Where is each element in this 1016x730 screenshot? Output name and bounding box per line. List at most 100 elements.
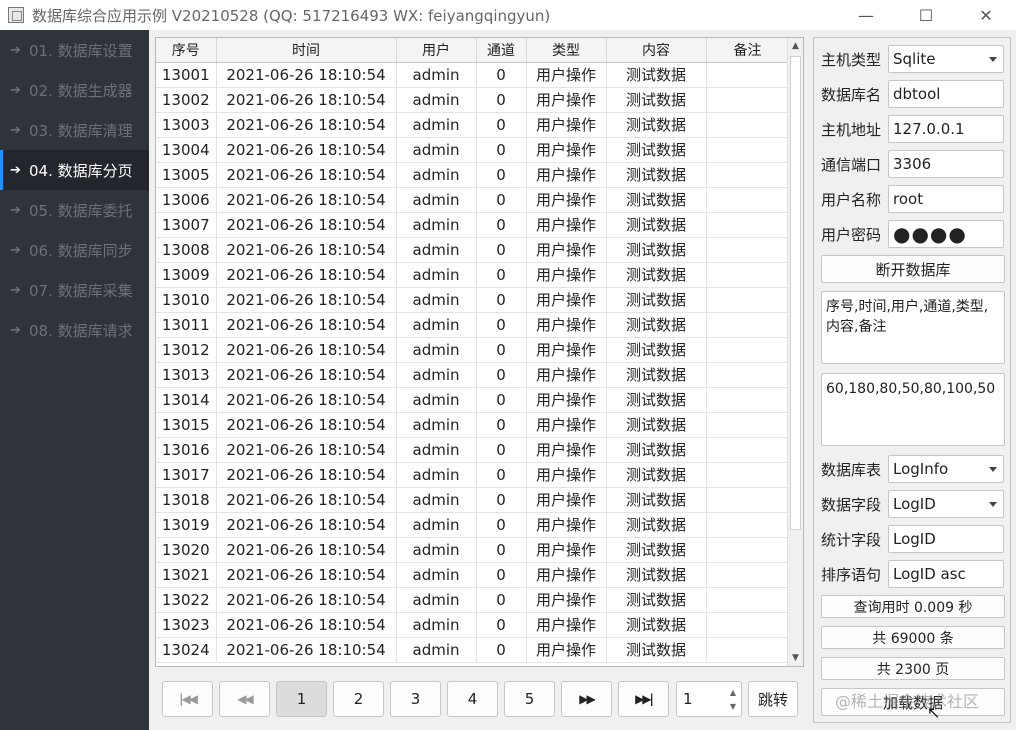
cell-seq: 13020: [156, 537, 217, 563]
sidebar-item-db-sync[interactable]: ➔ 06. 数据库同步: [0, 230, 149, 270]
table-row[interactable]: 13014 2021-06-26 18:10:54 admin 0 用户操作 测试数据: [156, 387, 790, 413]
table-row[interactable]: 13013 2021-06-26 18:10:54 admin 0 用户操作 测试数据: [156, 362, 790, 388]
table-row[interactable]: 13023 2021-06-26 18:10:54 admin 0 用户操作 测试数据: [156, 612, 790, 638]
spin-down-icon[interactable]: ▼: [727, 698, 739, 714]
last-page-button[interactable]: ▶▶|: [618, 681, 669, 717]
sidebar-item-db-paging[interactable]: ➔ 04. 数据库分页: [0, 150, 149, 190]
arrow-right-icon: ➔: [10, 42, 21, 58]
cell-time: 2021-06-26 18:10:54: [216, 162, 397, 188]
sidebar-item-db-delegate[interactable]: ➔ 05. 数据库委托: [0, 190, 149, 230]
table-row[interactable]: 13008 2021-06-26 18:10:54 admin 0 用户操作 测试数据: [156, 237, 790, 263]
column-header-remark[interactable]: 备注: [706, 38, 790, 63]
table-row[interactable]: 13015 2021-06-26 18:10:54 admin 0 用户操作 测试数据: [156, 412, 790, 438]
host-type-combo[interactable]: Sqlite: [888, 45, 1004, 73]
cell-time: 2021-06-26 18:10:54: [216, 187, 397, 213]
cell-channel: 0: [476, 212, 527, 238]
cell-seq: 13002: [156, 87, 217, 113]
sidebar-item-data-generator[interactable]: ➔ 02. 数据生成器: [0, 70, 149, 110]
cell-time: 2021-06-26 18:10:54: [216, 387, 397, 413]
sidebar-item-db-cleanup[interactable]: ➔ 03. 数据库清理: [0, 110, 149, 150]
table-row[interactable]: 13003 2021-06-26 18:10:54 admin 0 用户操作 测试数据: [156, 112, 790, 138]
table-row[interactable]: 13019 2021-06-26 18:10:54 admin 0 用户操作 测试数据: [156, 512, 790, 538]
cell-content: 测试数据: [606, 587, 707, 613]
sidebar-item-db-collect[interactable]: ➔ 07. 数据库采集: [0, 270, 149, 310]
column-header-user[interactable]: 用户: [396, 38, 477, 63]
page-5-button[interactable]: 5: [504, 681, 555, 717]
cell-content: 测试数据: [606, 187, 707, 213]
cell-seq: 13008: [156, 237, 217, 263]
cell-user: admin: [396, 412, 477, 438]
table-row[interactable]: 13001 2021-06-26 18:10:54 admin 0 用户操作 测试数据: [156, 62, 790, 88]
cell-time: 2021-06-26 18:10:54: [216, 112, 397, 138]
minimize-button[interactable]: —: [836, 0, 896, 30]
scrollbar-thumb[interactable]: [790, 56, 801, 530]
cell-time: 2021-06-26 18:10:54: [216, 87, 397, 113]
cell-seq: 13011: [156, 312, 217, 338]
table-row[interactable]: 13010 2021-06-26 18:10:54 admin 0 用户操作 测试数据: [156, 287, 790, 313]
cell-content: 测试数据: [606, 287, 707, 313]
scroll-up-icon[interactable]: ▲: [788, 38, 803, 54]
vertical-scrollbar[interactable]: ▲ ▼: [787, 38, 803, 666]
page-number-spinbox[interactable]: 1 ▲ ▼: [676, 681, 742, 717]
count-field-input[interactable]: LogID: [888, 525, 1004, 553]
cell-type: 用户操作: [526, 287, 607, 313]
data-table-view[interactable]: 序号 时间 用户 通道 类型 内容 备注 13001 2021-06-26 18:…: [155, 37, 804, 667]
column-widths-textarea[interactable]: 60,180,80,50,80,100,50: [821, 373, 1005, 446]
table-row[interactable]: 13020 2021-06-26 18:10:54 admin 0 用户操作 测试数据: [156, 537, 790, 563]
port-label: 通信端口: [821, 155, 882, 174]
first-page-button[interactable]: |◀◀: [162, 681, 213, 717]
column-names-textarea[interactable]: 序号,时间,用户,通道,类型,内容,备注: [821, 291, 1005, 364]
cell-remark: [706, 112, 790, 138]
table-row[interactable]: 13006 2021-06-26 18:10:54 admin 0 用户操作 测试数据: [156, 187, 790, 213]
close-button[interactable]: ✕: [956, 0, 1016, 30]
table-row[interactable]: 13012 2021-06-26 18:10:54 admin 0 用户操作 测试数据: [156, 337, 790, 363]
cell-time: 2021-06-26 18:10:54: [216, 537, 397, 563]
table-row[interactable]: 13004 2021-06-26 18:10:54 admin 0 用户操作 测试数据: [156, 137, 790, 163]
db-field-combo[interactable]: LogID: [888, 490, 1004, 518]
page-4-button[interactable]: 4: [447, 681, 498, 717]
password-input[interactable]: ●●●●: [888, 220, 1004, 248]
cell-type: 用户操作: [526, 587, 607, 613]
previous-page-button[interactable]: ◀◀: [219, 681, 270, 717]
table-row[interactable]: 13021 2021-06-26 18:10:54 admin 0 用户操作 测试数据: [156, 562, 790, 588]
table-row[interactable]: 13009 2021-06-26 18:10:54 admin 0 用户操作 测试数据: [156, 262, 790, 288]
column-header-time[interactable]: 时间: [216, 38, 397, 63]
table-row[interactable]: 13005 2021-06-26 18:10:54 admin 0 用户操作 测试数据: [156, 162, 790, 188]
order-input[interactable]: LogID asc: [888, 560, 1004, 588]
sidebar-item-db-settings[interactable]: ➔ 01. 数据库设置: [0, 30, 149, 70]
disconnect-button[interactable]: 断开数据库: [821, 255, 1005, 283]
table-row[interactable]: 13002 2021-06-26 18:10:54 admin 0 用户操作 测试数据: [156, 87, 790, 113]
table-row[interactable]: 13017 2021-06-26 18:10:54 admin 0 用户操作 测试数据: [156, 462, 790, 488]
table-body: 13001 2021-06-26 18:10:54 admin 0 用户操作 测试数据 13…: [156, 62, 790, 663]
column-header-type[interactable]: 类型: [526, 38, 607, 63]
page-1-button[interactable]: 1: [276, 681, 327, 717]
cell-channel: 0: [476, 62, 527, 88]
sidebar-item-db-request[interactable]: ➔ 08. 数据库请求: [0, 310, 149, 350]
cell-user: admin: [396, 637, 477, 663]
cell-user: admin: [396, 237, 477, 263]
next-page-button[interactable]: ▶▶: [561, 681, 612, 717]
table-row[interactable]: 13016 2021-06-26 18:10:54 admin 0 用户操作 测试数据: [156, 437, 790, 463]
db-table-combo[interactable]: LogInfo: [888, 455, 1004, 483]
cell-type: 用户操作: [526, 87, 607, 113]
column-header-seq[interactable]: 序号: [156, 38, 217, 63]
host-addr-input[interactable]: 127.0.0.1: [888, 115, 1004, 143]
user-input[interactable]: root: [888, 185, 1004, 213]
table-row[interactable]: 13024 2021-06-26 18:10:54 admin 0 用户操作 测试数据: [156, 637, 790, 663]
table-row[interactable]: 13022 2021-06-26 18:10:54 admin 0 用户操作 测试数据: [156, 587, 790, 613]
page-3-button[interactable]: 3: [390, 681, 441, 717]
db-name-input[interactable]: dbtool: [888, 80, 1004, 108]
count-field-label: 统计字段: [821, 530, 882, 549]
scroll-down-icon[interactable]: ▼: [788, 650, 803, 666]
column-header-content[interactable]: 内容: [606, 38, 707, 63]
maximize-button[interactable]: ☐: [896, 0, 956, 30]
column-header-channel[interactable]: 通道: [476, 38, 527, 63]
table-row[interactable]: 13011 2021-06-26 18:10:54 admin 0 用户操作 测试数据: [156, 312, 790, 338]
jump-button[interactable]: 跳转: [748, 681, 798, 717]
table-row[interactable]: 13018 2021-06-26 18:10:54 admin 0 用户操作 测试数据: [156, 487, 790, 513]
cell-remark: [706, 187, 790, 213]
window-title: 数据库综合应用示例 V20210528 (QQ: 517216493 WX: f…: [32, 6, 551, 25]
table-row[interactable]: 13007 2021-06-26 18:10:54 admin 0 用户操作 测试数据: [156, 212, 790, 238]
page-2-button[interactable]: 2: [333, 681, 384, 717]
port-input[interactable]: 3306: [888, 150, 1004, 178]
